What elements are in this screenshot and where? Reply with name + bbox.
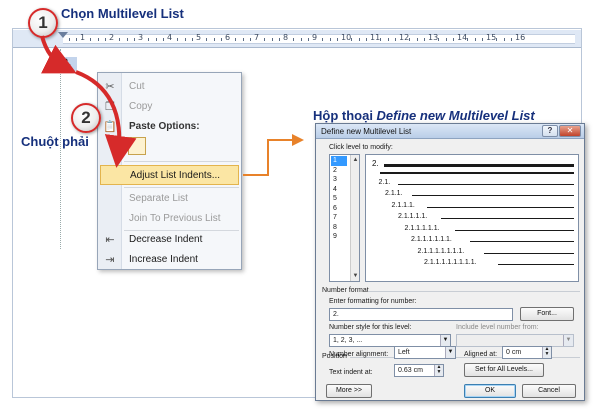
orange-arrow-dialog xyxy=(243,134,304,176)
red-arrow-step1 xyxy=(40,35,77,74)
arrows-overlay xyxy=(40,35,304,176)
red-arrow-step2 xyxy=(75,70,137,168)
